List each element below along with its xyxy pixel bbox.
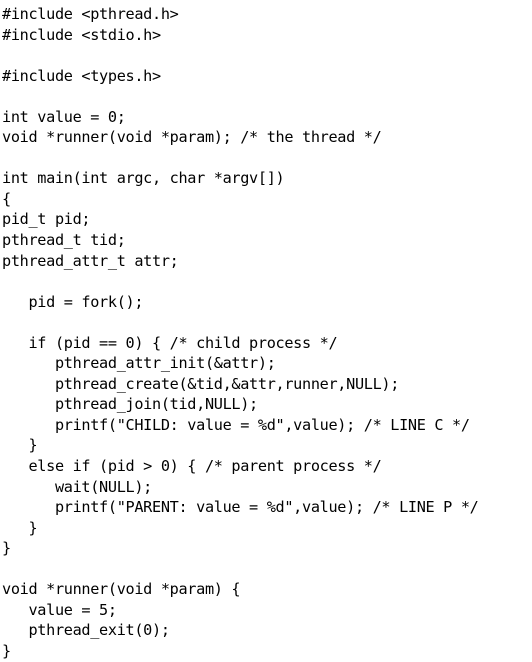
code-line: wait(NULL); [2,477,153,496]
code-line: void *runner(void *param) { [2,580,241,599]
code-line: value = 5; [2,600,117,619]
code-line: printf("PARENT: value = %d",value); /* L… [2,498,479,517]
code-line: } [2,641,11,660]
code-line: pthread_attr_t attr; [2,251,179,270]
code-line: if (pid == 0) { /* child process */ [2,333,338,352]
code-line: #include <stdio.h> [2,25,161,44]
source-code-block: #include <pthread.h> #include <stdio.h> #… [2,4,479,662]
code-line: int value = 0; [2,107,126,126]
code-line: { [2,189,11,208]
code-listing-page: #include <pthread.h> #include <stdio.h> #… [0,0,532,660]
code-line: #include <pthread.h> [2,5,179,23]
code-line: pthread_attr_init(&attr); [2,354,276,373]
code-line: #include <types.h> [2,66,161,85]
code-line: else if (pid > 0) { /* parent process */ [2,457,382,476]
code-line: } [2,518,38,537]
code-line: pthread_exit(0); [2,621,170,640]
code-line: printf("CHILD: value = %d",value); /* LI… [2,415,470,434]
code-line: void *runner(void *param); /* the thread… [2,128,382,147]
code-line: pthread_join(tid,NULL); [2,395,258,414]
code-line: } [2,436,38,455]
code-line: int main(int argc, char *argv[]) [2,169,285,188]
code-line: pid_t pid; [2,210,91,229]
code-line: pthread_t tid; [2,231,126,250]
code-line: pthread_create(&tid,&attr,runner,NULL); [2,374,400,393]
code-line: } [2,539,11,558]
code-line: pid = fork(); [2,292,144,311]
